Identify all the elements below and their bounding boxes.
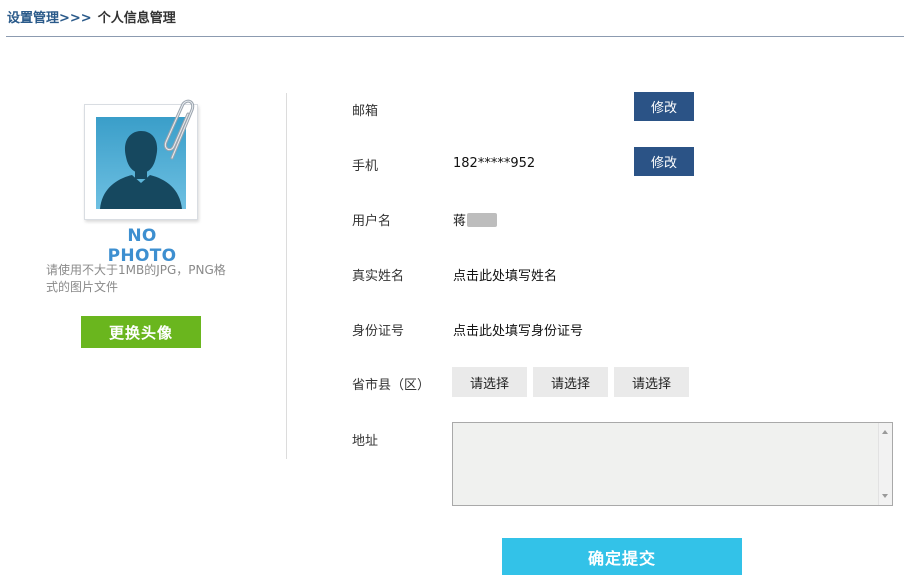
- phone-value: 182*****952: [453, 156, 536, 171]
- scroll-up-arrow-icon[interactable]: [882, 430, 888, 434]
- real-name-label: 真实姓名: [352, 269, 405, 284]
- real-name-field[interactable]: 点击此处填写姓名: [453, 265, 557, 284]
- username-value-row: 蒋: [453, 210, 498, 229]
- no-photo-label: NO PHOTO: [107, 226, 177, 266]
- change-avatar-button[interactable]: 更换头像: [81, 316, 201, 348]
- address-scrollbar[interactable]: [878, 423, 892, 505]
- breadcrumb-separator: >>>: [59, 11, 92, 26]
- paperclip-icon: [163, 99, 195, 160]
- breadcrumb: 设置管理>>> 个人信息管理: [7, 7, 176, 26]
- breadcrumb-settings-link[interactable]: 设置管理: [7, 11, 59, 26]
- city-select[interactable]: 请选择: [533, 367, 608, 397]
- id-number-field[interactable]: 点击此处填写身份证号: [453, 320, 583, 339]
- submit-button[interactable]: 确定提交: [502, 538, 742, 575]
- modify-phone-button[interactable]: 修改: [634, 147, 694, 176]
- email-label: 邮箱: [352, 104, 379, 119]
- header-divider: [6, 36, 904, 37]
- modify-email-button[interactable]: 修改: [634, 92, 694, 121]
- id-number-label: 身份证号: [352, 324, 405, 339]
- region-label: 省市县（区）: [352, 378, 431, 393]
- personal-info-page: 设置管理>>> 个人信息管理 NO PHOTO 请使用不大于1MB的JPG，PNG…: [0, 0, 904, 588]
- county-select[interactable]: 请选择: [614, 367, 689, 397]
- avatar-upload-hint: 请使用不大于1MB的JPG，PNG格式的图片文件: [46, 263, 226, 294]
- breadcrumb-current: 个人信息管理: [97, 11, 176, 26]
- column-divider: [286, 93, 287, 459]
- username-redacted-block: [467, 213, 498, 227]
- username-value: 蒋: [453, 214, 467, 229]
- username-label: 用户名: [352, 214, 392, 229]
- scroll-down-arrow-icon[interactable]: [882, 494, 888, 498]
- address-textarea[interactable]: [452, 422, 893, 506]
- address-label: 地址: [352, 434, 379, 449]
- phone-label: 手机: [352, 159, 379, 174]
- province-select[interactable]: 请选择: [452, 367, 527, 397]
